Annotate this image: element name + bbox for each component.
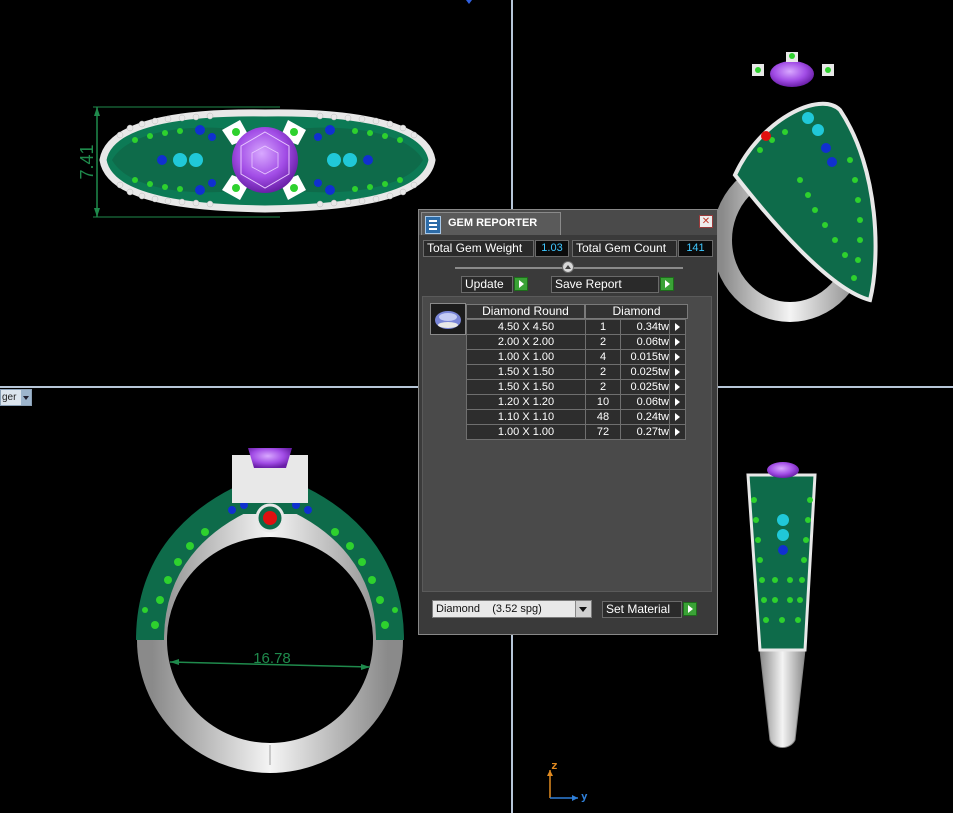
count-cell: 2 (585, 334, 621, 350)
row-go-arrow-icon[interactable] (669, 364, 686, 380)
gem-reporter-panel: GEM REPORTER ✕ Total Gem Weight 1.03 Tot… (418, 209, 718, 635)
weight-cell: 0.025tw (620, 379, 670, 395)
viewport-combo[interactable]: ger (0, 389, 32, 406)
update-go-arrow-icon[interactable] (514, 277, 528, 291)
weight-cell: 0.025tw (620, 364, 670, 380)
material-select[interactable]: Diamond (3.52 spg) (432, 600, 592, 618)
count-cell: 2 (585, 364, 621, 380)
count-cell: 2 (585, 379, 621, 395)
gem-reporter-icon (425, 216, 441, 234)
row-go-arrow-icon[interactable] (669, 319, 686, 335)
update-button[interactable]: Update (461, 276, 513, 293)
table-row[interactable]: 4.50 X 4.50 1 0.34tw (466, 319, 686, 335)
axis-triad-icon (547, 770, 578, 801)
save-report-button[interactable]: Save Report (551, 276, 659, 293)
close-button[interactable]: ✕ (699, 215, 713, 228)
table-row[interactable]: 1.20 X 1.20 10 0.06tw (466, 394, 686, 410)
count-cell: 48 (585, 409, 621, 425)
count-cell: 4 (585, 349, 621, 365)
row-go-arrow-icon[interactable] (669, 349, 686, 365)
weight-cell: 0.34tw (620, 319, 670, 335)
table-row[interactable]: 1.50 X 1.50 2 0.025tw (466, 379, 686, 395)
z-axis-label: z (551, 759, 558, 772)
total-gem-weight-value: 1.03 (535, 240, 569, 257)
gem-table: 4.50 X 4.50 1 0.34tw 2.00 X 2.00 2 0.06t… (466, 319, 686, 440)
shape-column-header: Diamond Round (466, 304, 585, 319)
front-view-dimension-label: 16.78 (253, 650, 291, 667)
weight-cell: 0.015tw (620, 349, 670, 365)
view-marker-icon (466, 0, 472, 4)
size-cell: 1.00 X 1.00 (466, 349, 586, 365)
weight-cell: 0.06tw (620, 394, 670, 410)
top-view-dimension-label: 7.41 (77, 144, 97, 179)
set-material-button[interactable]: Set Material (602, 601, 682, 618)
table-row[interactable]: 1.10 X 1.10 48 0.24tw (466, 409, 686, 425)
perspective-view-ring (712, 52, 878, 322)
row-go-arrow-icon[interactable] (669, 394, 686, 410)
total-gem-weight-label: Total Gem Weight (423, 240, 534, 257)
gem-list-area: Diamond Round Diamond 4.50 X 4.50 1 0.34… (422, 296, 712, 592)
viewport-combo-text: ger (2, 392, 17, 403)
size-cell: 1.50 X 1.50 (466, 364, 586, 380)
side-view-ring (746, 462, 817, 748)
front-view-ring (136, 448, 404, 773)
table-row[interactable]: 1.00 X 1.00 4 0.015tw (466, 349, 686, 365)
chevron-down-icon[interactable] (21, 390, 31, 405)
y-axis-label: y (581, 790, 588, 803)
count-cell: 1 (585, 319, 621, 335)
save-report-go-arrow-icon[interactable] (660, 277, 674, 291)
size-cell: 2.00 X 2.00 (466, 334, 586, 350)
slider-handle[interactable] (562, 261, 574, 273)
weight-cell: 0.06tw (620, 334, 670, 350)
table-row[interactable]: 1.00 X 1.00 72 0.27tw (466, 424, 686, 440)
total-gem-count-value: 141 (678, 240, 713, 257)
row-go-arrow-icon[interactable] (669, 334, 686, 350)
size-cell: 1.00 X 1.00 (466, 424, 586, 440)
panel-title: GEM REPORTER (448, 217, 538, 229)
size-cell: 1.50 X 1.50 (466, 379, 586, 395)
weight-cell: 0.24tw (620, 409, 670, 425)
title-tab: GEM REPORTER (421, 212, 561, 235)
round-diamond-thumbnail-icon[interactable] (430, 303, 466, 335)
total-gem-count-label: Total Gem Count (572, 240, 677, 257)
chevron-down-icon[interactable] (575, 601, 591, 617)
material-column-header: Diamond (585, 304, 688, 319)
row-go-arrow-icon[interactable] (669, 379, 686, 395)
size-cell: 4.50 X 4.50 (466, 319, 586, 335)
count-cell: 10 (585, 394, 621, 410)
set-material-go-arrow-icon[interactable] (683, 602, 697, 616)
size-cell: 1.10 X 1.10 (466, 409, 586, 425)
material-select-value: Diamond (3.52 spg) (436, 603, 542, 615)
top-view-ring (93, 106, 436, 218)
weight-cell: 0.27tw (620, 424, 670, 440)
title-bar[interactable]: GEM REPORTER ✕ (419, 210, 717, 235)
size-cell: 1.20 X 1.20 (466, 394, 586, 410)
count-cell: 72 (585, 424, 621, 440)
row-go-arrow-icon[interactable] (669, 409, 686, 425)
table-row[interactable]: 2.00 X 2.00 2 0.06tw (466, 334, 686, 350)
table-row[interactable]: 1.50 X 1.50 2 0.025tw (466, 364, 686, 380)
row-go-arrow-icon[interactable] (669, 424, 686, 440)
